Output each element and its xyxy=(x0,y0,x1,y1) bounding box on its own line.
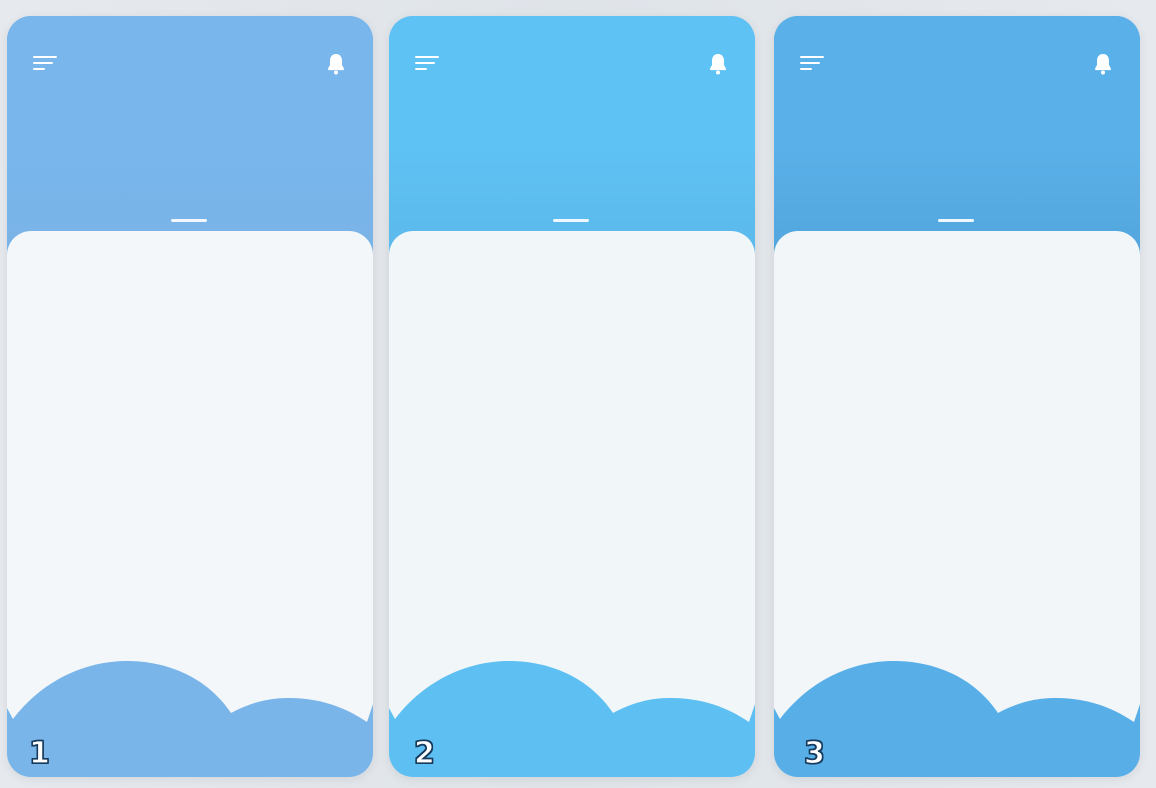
screen-number-label: 3 xyxy=(803,735,825,771)
bottom-wave-decoration xyxy=(774,661,1140,777)
bell-icon[interactable] xyxy=(1092,52,1114,76)
header-panel xyxy=(7,16,373,256)
drag-handle[interactable] xyxy=(938,219,974,222)
bottom-wave-decoration xyxy=(7,661,373,777)
menu-icon[interactable] xyxy=(800,54,826,74)
phone-screen-1: 1 xyxy=(7,16,373,777)
menu-icon[interactable] xyxy=(415,54,441,74)
phone-screen-2: 2 xyxy=(389,16,755,777)
bell-icon[interactable] xyxy=(707,52,729,76)
phone-screen-3: 3 xyxy=(774,16,1140,777)
screen-number-label: 1 xyxy=(28,735,50,771)
menu-icon[interactable] xyxy=(33,54,59,74)
header-panel xyxy=(389,16,755,256)
drag-handle[interactable] xyxy=(553,219,589,222)
drag-handle[interactable] xyxy=(171,219,207,222)
bell-icon[interactable] xyxy=(325,52,347,76)
screens-showcase: 1 2 3 xyxy=(0,0,1156,788)
header-panel xyxy=(774,16,1140,256)
screen-number-label: 2 xyxy=(413,735,435,771)
bottom-wave-decoration xyxy=(389,661,755,777)
